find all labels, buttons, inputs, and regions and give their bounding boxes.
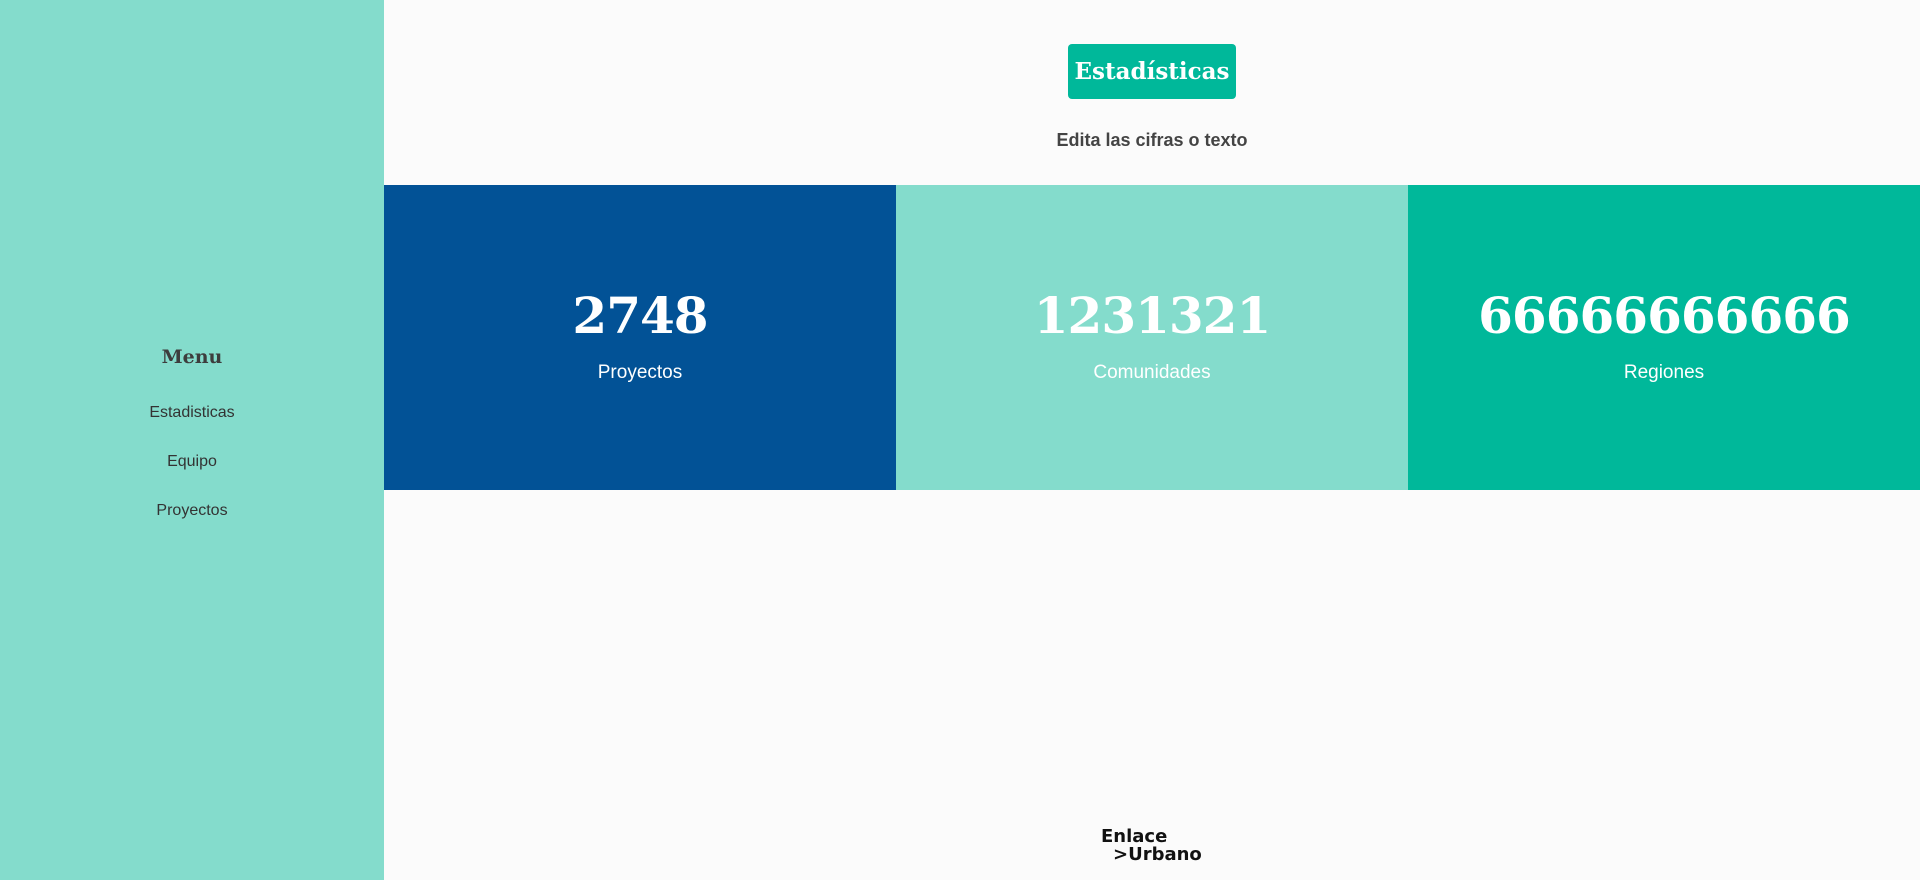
main-content: Estadísticas Edita las cifras o texto 27… bbox=[384, 0, 1920, 880]
enlace-urbano-logo: Enlace >Urbano bbox=[1101, 828, 1202, 864]
sidebar-item-equipo[interactable]: Equipo bbox=[0, 448, 384, 497]
stat-card-proyectos[interactable]: 2748 Proyectos bbox=[384, 185, 896, 490]
stat-label[interactable]: Proyectos bbox=[384, 363, 896, 382]
stat-card-regiones[interactable]: 66666666666 Regiones bbox=[1408, 185, 1920, 490]
menu-title: Menu bbox=[161, 346, 223, 368]
stat-value[interactable]: 66666666666 bbox=[1408, 291, 1920, 341]
sidebar-item-proyectos[interactable]: Proyectos bbox=[0, 497, 384, 546]
page-subtitle[interactable]: Edita las cifras o texto bbox=[384, 130, 1920, 151]
stat-label[interactable]: Regiones bbox=[1408, 363, 1920, 382]
stats-row: 2748 Proyectos 1231321 Comunidades 66666… bbox=[384, 185, 1920, 490]
stat-label[interactable]: Comunidades bbox=[896, 363, 1408, 382]
sidebar-menu: Estadisticas Equipo Proyectos bbox=[0, 399, 384, 546]
page-title-button[interactable]: Estadísticas bbox=[1068, 44, 1236, 99]
stat-value[interactable]: 1231321 bbox=[896, 291, 1408, 341]
stat-value[interactable]: 2748 bbox=[384, 291, 896, 341]
sidebar-item-estadisticas[interactable]: Estadisticas bbox=[0, 399, 384, 448]
logo-line-2: >Urbano bbox=[1113, 844, 1202, 865]
sidebar: Menu Estadisticas Equipo Proyectos bbox=[0, 0, 384, 880]
stat-card-comunidades[interactable]: 1231321 Comunidades bbox=[896, 185, 1408, 490]
